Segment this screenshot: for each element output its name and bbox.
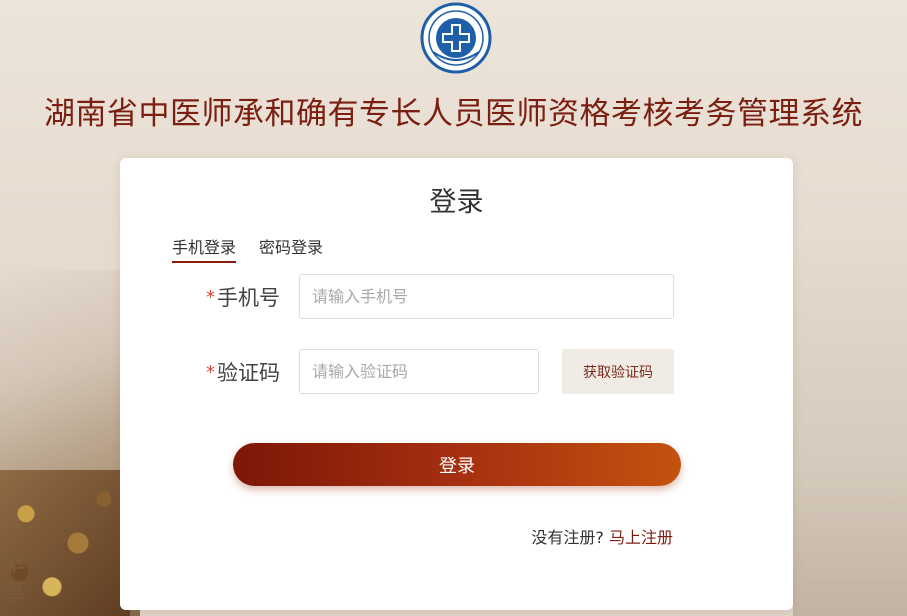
code-label: *验证码 bbox=[206, 357, 280, 387]
phone-label-text: 手机号 bbox=[217, 286, 280, 310]
phone-input[interactable] bbox=[299, 274, 674, 319]
login-card: 登录 手机登录 密码登录 *手机号 *验证码 获取验证码 登录 没有注册? 马上… bbox=[120, 158, 793, 610]
login-title: 登录 bbox=[429, 187, 484, 218]
page-title: 湖南省中医师承和确有专长人员医师资格考核考务管理系统 bbox=[44, 96, 863, 132]
phone-label: *手机号 bbox=[206, 282, 280, 312]
background-calligraphy: 本 草 bbox=[2, 549, 26, 607]
required-mark: * bbox=[206, 362, 215, 383]
register-row: 没有注册? 马上注册 bbox=[531, 524, 673, 548]
tab-phone-login[interactable]: 手机登录 bbox=[172, 234, 237, 263]
background-decoration-right bbox=[793, 240, 907, 616]
code-label-text: 验证码 bbox=[217, 361, 280, 385]
verification-code-input[interactable] bbox=[299, 349, 539, 394]
tab-password-login[interactable]: 密码登录 bbox=[259, 234, 323, 261]
register-prompt: 没有注册? bbox=[531, 528, 604, 547]
required-mark: * bbox=[206, 287, 215, 308]
register-link[interactable]: 马上注册 bbox=[609, 528, 673, 547]
emblem-logo-icon bbox=[419, 2, 493, 74]
login-button[interactable]: 登录 bbox=[233, 443, 681, 486]
get-code-button[interactable]: 获取验证码 bbox=[562, 349, 674, 394]
